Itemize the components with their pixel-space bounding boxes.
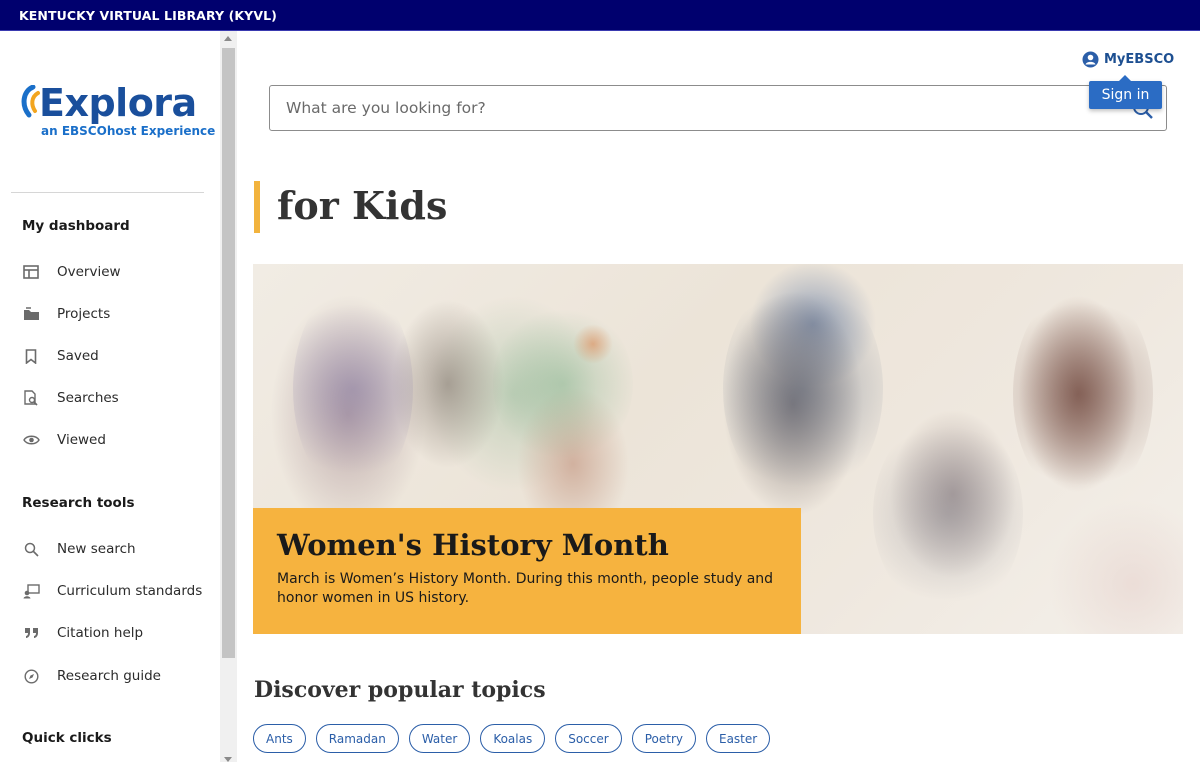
topic-chip-soccer[interactable]: Soccer [555, 724, 622, 753]
watercolor-splash [573, 324, 613, 364]
user-account-icon [1082, 51, 1099, 68]
logo-wordmark: Explora [39, 81, 197, 125]
hero-caption: Women's History Month March is Women’s H… [253, 508, 801, 634]
search-input[interactable] [270, 86, 1110, 130]
topic-chip-ramadan[interactable]: Ramadan [315, 724, 399, 753]
sign-in-button[interactable]: Sign in [1089, 75, 1162, 109]
sidebar-item-label: Curriculum standards [57, 583, 203, 599]
scrollbar-thumb[interactable] [222, 48, 235, 658]
sidebar-item-label: Viewed [57, 432, 106, 448]
top-banner: KENTUCKY VIRTUAL LIBRARY (KYVL) [0, 0, 1200, 31]
sidebar-item-research-guide[interactable]: Research guide [22, 663, 212, 689]
sidebar-item-searches[interactable]: Searches [22, 385, 212, 411]
myebsco-label: MyEBSCO [1104, 52, 1175, 67]
sidebar-item-projects[interactable]: Projects [22, 301, 212, 327]
topic-chip-water[interactable]: Water [408, 724, 471, 753]
sidebar-item-overview[interactable]: Overview [22, 259, 212, 285]
search-icon [22, 540, 40, 558]
curriculum-icon [22, 582, 40, 600]
sidebar-item-label: Saved [57, 348, 99, 364]
search-bar [269, 85, 1167, 131]
overview-icon [22, 263, 40, 281]
hero-heading: Women's History Month [277, 528, 669, 562]
sidebar-item-label: Searches [57, 390, 119, 406]
sidebar-item-citation-help[interactable]: Citation help [22, 620, 212, 646]
sidebar-item-label: Projects [57, 306, 111, 322]
topic-chips: Ants Ramadan Water Koalas Soccer Poetry … [253, 724, 771, 753]
library-name: KENTUCKY VIRTUAL LIBRARY (KYVL) [19, 8, 277, 23]
sidebar-divider [11, 192, 204, 193]
sidebar-item-new-search[interactable]: New search [22, 536, 212, 562]
sidebar-item-saved[interactable]: Saved [22, 343, 212, 369]
topic-chip-poetry[interactable]: Poetry [631, 724, 696, 753]
quote-icon [22, 624, 40, 642]
watercolor-splash [873, 414, 1023, 614]
sidebar-item-label: New search [57, 541, 136, 557]
explora-logo[interactable]: Explora an EBSCOhost Experience [19, 81, 215, 141]
myebsco-link[interactable]: MyEBSCO [1082, 51, 1174, 68]
discover-topics-title: Discover popular topics [254, 677, 546, 703]
sidebar-item-curriculum-standards[interactable]: Curriculum standards [22, 578, 212, 604]
folder-icon [22, 305, 40, 323]
topic-chip-easter[interactable]: Easter [705, 724, 771, 753]
sidebar-item-viewed[interactable]: Viewed [22, 427, 212, 453]
sidebar-item-label: Research guide [57, 668, 161, 684]
scroll-up-arrow-icon[interactable] [224, 36, 232, 41]
main-content: MyEBSCO Sign in for Kids Women's History… [237, 31, 1200, 762]
quick-clicks-section-title: Quick clicks [22, 730, 112, 746]
dashboard-section-title: My dashboard [22, 218, 130, 234]
sidebar-item-label: Citation help [57, 625, 144, 641]
compass-icon [22, 667, 40, 685]
logo-subtitle: an EBSCOhost Experience [41, 124, 216, 138]
hero-banner[interactable]: Women's History Month March is Women’s H… [253, 264, 1183, 634]
scroll-down-arrow-icon[interactable] [224, 757, 232, 762]
watercolor-splash [493, 304, 633, 464]
watercolor-splash [723, 274, 883, 504]
page-title: for Kids [277, 183, 448, 228]
logo-mark-icon [21, 85, 40, 118]
eye-icon [22, 431, 40, 449]
sidebar: Explora an EBSCOhost Experience My dashb… [0, 31, 220, 762]
hero-description: March is Women’s History Month. During t… [277, 571, 774, 606]
topic-chip-koalas[interactable]: Koalas [480, 724, 546, 753]
watercolor-splash [293, 284, 413, 494]
sidebar-item-label: Overview [57, 264, 121, 280]
bookmark-icon [22, 347, 40, 365]
watercolor-splash [1013, 284, 1153, 504]
topic-chip-ants[interactable]: Ants [253, 724, 306, 753]
title-accent-bar [254, 181, 260, 233]
research-tools-section-title: Research tools [22, 495, 135, 511]
search-history-icon [22, 389, 40, 407]
